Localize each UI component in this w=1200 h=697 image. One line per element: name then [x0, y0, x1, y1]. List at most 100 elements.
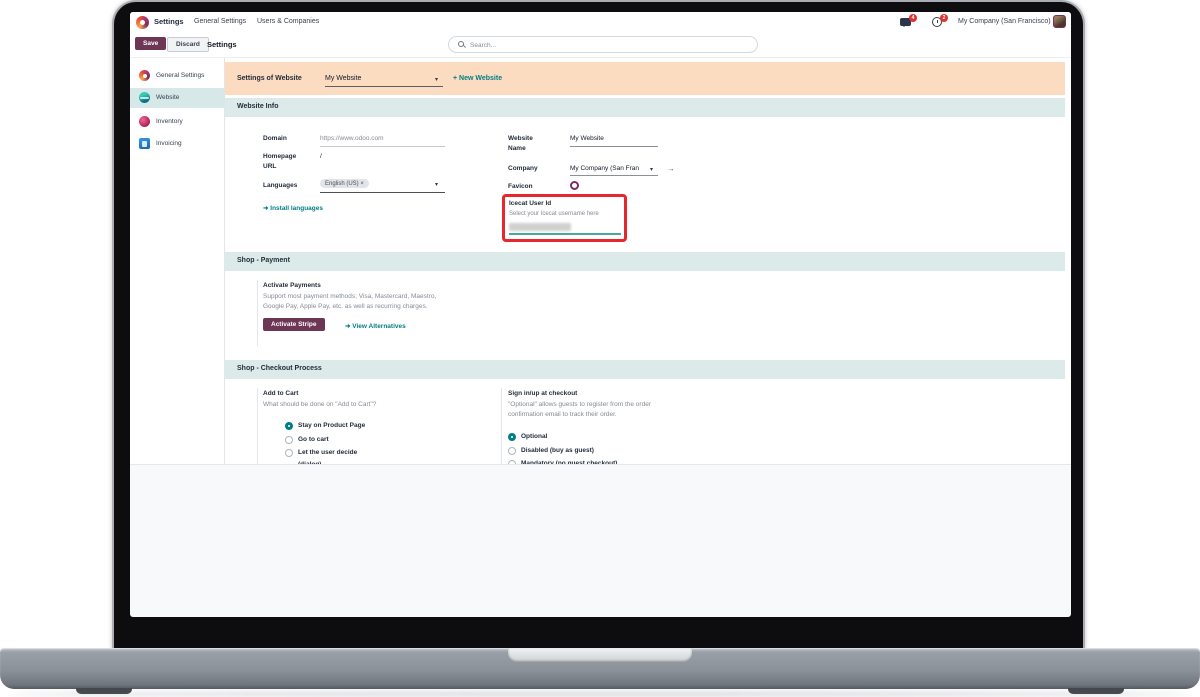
app-name[interactable]: Settings: [154, 17, 184, 26]
install-languages-link[interactable]: ➜ Install languages: [263, 204, 323, 212]
inventory-icon: [139, 116, 150, 127]
arrow-right-icon: ➜: [345, 323, 351, 330]
section-shop-checkout: Shop - Checkout Process: [225, 360, 1065, 379]
new-website-link[interactable]: + New Website: [453, 75, 502, 82]
payments-desc-1: Support most payment methods; Visa, Mast…: [263, 293, 437, 300]
company-label: Company: [508, 165, 538, 172]
company-menu[interactable]: My Company (San Francisco): [958, 18, 1051, 25]
add-to-cart-title: Add to Cart: [263, 390, 299, 397]
control-bar: Save Discard Settings Search...: [130, 32, 1071, 58]
radio-label-continuation: (dialog): [298, 461, 322, 465]
radio-label[interactable]: Mandatory (no guest checkout): [521, 460, 617, 464]
icecat-hint: Select your Icecat username here: [509, 211, 599, 217]
activities-badge: 2: [940, 14, 948, 22]
sidebar-item-label: Website: [156, 94, 180, 101]
search-icon: [458, 41, 464, 47]
sidebar-item-label: Invoicing: [156, 140, 182, 147]
invoicing-icon: [139, 138, 150, 149]
homepage-url-input[interactable]: /: [320, 153, 322, 160]
radio-stay-on-product-page[interactable]: [285, 422, 293, 430]
search-placeholder: Search...: [470, 42, 497, 49]
homepage-url-label-2: URL: [263, 163, 277, 170]
internal-link-arrow-icon[interactable]: →: [667, 164, 675, 173]
signin-desc-2: confirmation email to track their order.: [508, 411, 617, 418]
search-input[interactable]: Search...: [448, 36, 758, 53]
chevron-down-icon[interactable]: ▾: [435, 76, 438, 83]
odoo-settings-app: Settings General Settings Users & Compan…: [130, 12, 1071, 465]
payments-desc-2: Google Pay, Apple Pay, etc. as well as r…: [263, 303, 428, 310]
arrow-right-icon: ➜: [263, 205, 269, 212]
general-settings-icon: [139, 70, 150, 81]
nav-users-companies[interactable]: Users & Companies: [257, 18, 319, 25]
messages-badge: 4: [909, 14, 917, 22]
favicon-label: Favicon: [508, 183, 533, 190]
radio-label[interactable]: Optional: [521, 433, 547, 440]
laptop-screen: Settings General Settings Users & Compan…: [130, 12, 1071, 617]
icecat-user-id-label: Icecat User Id: [509, 200, 552, 207]
section-website-info: Website Info: [225, 98, 1065, 117]
website-name-label-2: Name: [508, 145, 526, 152]
activate-stripe-button[interactable]: Activate Stripe: [263, 318, 325, 331]
setting-divider: [257, 388, 258, 464]
company-underline: [570, 175, 658, 176]
radio-mandatory[interactable]: [508, 460, 516, 464]
discard-button[interactable]: Discard: [167, 37, 209, 52]
settings-of-website-label: Settings of Website: [237, 75, 302, 82]
settings-sidebar: General Settings Website Inventory Invoi…: [130, 58, 225, 464]
view-alternatives-link[interactable]: ➜ View Alternatives: [345, 322, 406, 330]
languages-label: Languages: [263, 182, 298, 189]
radio-let-user-decide[interactable]: [285, 449, 293, 457]
radio-label[interactable]: Stay on Product Page: [298, 422, 365, 429]
radio-label[interactable]: Let the user decide: [298, 449, 357, 456]
website-name-input[interactable]: My Website: [570, 135, 604, 142]
setting-divider: [257, 280, 258, 346]
domain-label: Domain: [263, 135, 287, 142]
laptop-lid-notch: [508, 648, 692, 662]
website-name-underline: [570, 146, 658, 147]
section-title: Shop - Checkout Process: [237, 365, 322, 372]
install-languages-label: Install languages: [270, 205, 324, 212]
sidebar-item-label: General Settings: [156, 72, 205, 79]
website-select-underline: [325, 86, 443, 87]
view-alternatives-label: View Alternatives: [352, 323, 406, 330]
section-title: Website Info: [237, 103, 279, 110]
languages-underline: [320, 192, 445, 193]
icecat-username-input-redacted[interactable]: [509, 223, 571, 231]
sidebar-item-general-settings[interactable]: General Settings: [130, 66, 225, 86]
breadcrumb: Settings: [207, 40, 237, 49]
favicon-preview-icon[interactable]: [570, 181, 579, 190]
odoo-logo-icon[interactable]: [136, 16, 149, 29]
radio-go-to-cart[interactable]: [285, 436, 293, 444]
sidebar-item-inventory[interactable]: Inventory: [130, 112, 225, 132]
add-to-cart-desc: What should be done on "Add to Cart"?: [263, 401, 377, 408]
homepage-url-label: Homepage: [263, 153, 297, 160]
radio-label[interactable]: Go to cart: [298, 436, 329, 443]
company-select[interactable]: My Company (San Fran: [570, 165, 639, 172]
website-icon: [139, 92, 150, 103]
section-shop-payment: Shop - Payment: [225, 252, 1065, 271]
sidebar-item-invoicing[interactable]: Invoicing: [130, 134, 225, 154]
chevron-down-icon[interactable]: ▾: [435, 181, 438, 188]
language-tag[interactable]: English (US) ×: [320, 179, 369, 188]
icecat-input-underline: [509, 233, 621, 235]
user-avatar[interactable]: [1053, 15, 1066, 28]
radio-disabled-guest[interactable]: [508, 447, 516, 455]
signin-title: Sign in/up at checkout: [508, 390, 578, 397]
section-title: Shop - Payment: [237, 257, 290, 264]
domain-underline: [320, 146, 445, 147]
website-selector-banner: Settings of Website My Website ▾ + New W…: [225, 62, 1065, 95]
laptop-bezel: Settings General Settings Users & Compan…: [112, 0, 1085, 650]
sidebar-item-label: Inventory: [156, 118, 183, 125]
radio-label[interactable]: Disabled (buy as guest): [521, 447, 594, 454]
domain-input[interactable]: https://www.odoo.com: [320, 135, 384, 142]
nav-general-settings[interactable]: General Settings: [194, 18, 246, 25]
activate-payments-title: Activate Payments: [263, 282, 321, 289]
signin-desc-1: "Optional" allows guests to register fro…: [508, 401, 651, 408]
save-button[interactable]: Save: [135, 37, 167, 50]
website-select-value[interactable]: My Website: [325, 75, 361, 82]
sidebar-item-website[interactable]: Website: [130, 88, 225, 108]
website-name-label: Website: [508, 135, 533, 142]
laptop-shadow: [10, 692, 1190, 696]
chevron-down-icon[interactable]: ▾: [650, 166, 653, 173]
radio-optional[interactable]: [508, 433, 516, 441]
